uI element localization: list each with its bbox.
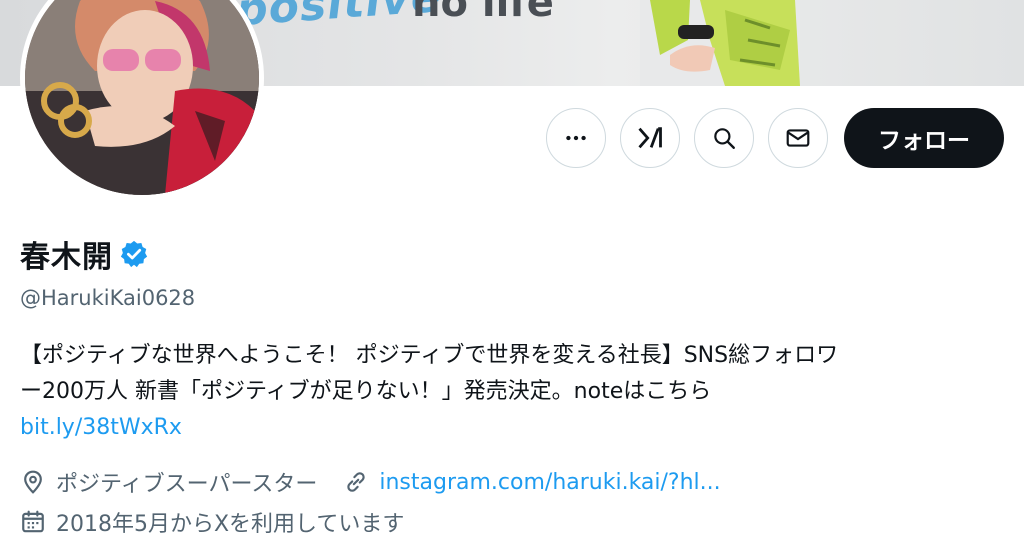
- profile-avatar[interactable]: [20, 0, 264, 200]
- profile-location: ポジティブスーパースター: [56, 472, 318, 497]
- search-icon: [714, 128, 735, 149]
- profile-actions: フォロー: [546, 108, 1004, 168]
- banner-text-right: no life: [412, 0, 554, 26]
- bio-line: 【ポジティブな世界へようこそ！ ポジティブで世界を変える社長】SNS総フォロワ: [20, 343, 839, 368]
- grok-button[interactable]: [620, 108, 680, 168]
- profile-website-link[interactable]: instagram.com/haruki.kai/?hl...: [379, 470, 720, 495]
- banner-figure-image: [640, 0, 800, 86]
- more-icon: [566, 135, 586, 141]
- profile-meta-location-website: ポジティブスーパースター instagram.com/haruki.kai/?h…: [20, 466, 721, 498]
- profile-joined-date: 2018年5月からXを利用しています: [56, 512, 405, 537]
- profile-name-row: 春木開: [20, 232, 149, 276]
- display-name: 春木開: [20, 240, 113, 275]
- calendar-icon: [22, 510, 44, 533]
- search-button[interactable]: [694, 108, 754, 168]
- more-button[interactable]: [546, 108, 606, 168]
- profile-handle: @HarukiKai0628: [20, 286, 196, 310]
- verified-badge-icon[interactable]: [119, 239, 149, 269]
- location-icon: [24, 470, 42, 494]
- mail-icon: [786, 129, 810, 147]
- profile-meta-joined: 2018年5月からXを利用しています: [20, 506, 404, 538]
- link-icon: [347, 472, 366, 492]
- profile-bio: 【ポジティブな世界へようこそ！ ポジティブで世界を変える社長】SNS総フォロワ …: [20, 338, 1010, 446]
- message-button[interactable]: [768, 108, 828, 168]
- follow-button[interactable]: フォロー: [844, 108, 1004, 168]
- grok-icon: [638, 127, 662, 149]
- avatar-photo: [25, 0, 259, 195]
- bio-line: ー200万人 新書「ポジティブが足りない！」発売決定。noteはこちら: [20, 379, 712, 404]
- bio-link[interactable]: bit.ly/38tWxRx: [20, 410, 1010, 446]
